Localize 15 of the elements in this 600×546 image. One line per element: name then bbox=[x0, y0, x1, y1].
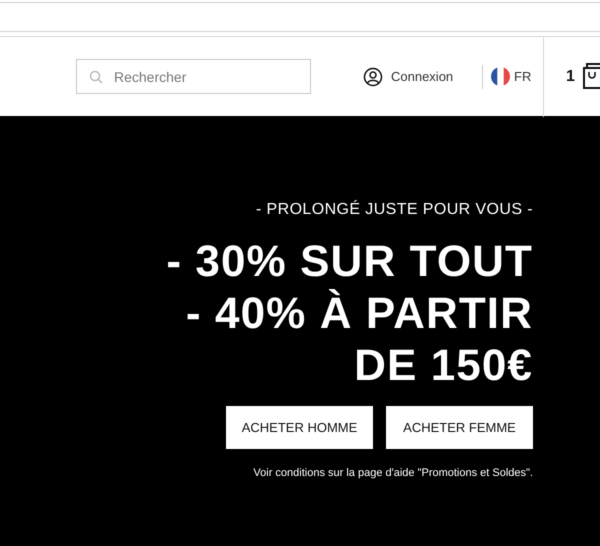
language-selector[interactable]: FR bbox=[491, 67, 532, 86]
shopping-bag-icon[interactable] bbox=[583, 61, 600, 91]
headline-line: DE 150€ bbox=[354, 340, 533, 392]
cart-count: 1 bbox=[566, 67, 575, 87]
tagline: - PROLONGÉ JUSTE POUR VOUS - bbox=[256, 199, 533, 220]
shop-button[interactable]: ACHETER FEMME bbox=[386, 406, 533, 449]
search-icon bbox=[89, 70, 103, 84]
search-field[interactable]: Rechercher bbox=[76, 59, 311, 94]
headline-line: - 30% SUR TOUT bbox=[166, 236, 533, 288]
login-link[interactable]: Connexion bbox=[363, 67, 454, 87]
shop-button[interactable]: ACHETER HOMME bbox=[226, 406, 373, 449]
user-icon bbox=[363, 67, 383, 87]
conditions-note: Voir conditions sur la page d'aide "Promotions et Soldes". bbox=[253, 466, 533, 481]
flag-icon bbox=[491, 67, 510, 86]
headline-line: - 40% À PARTIR bbox=[186, 288, 533, 340]
